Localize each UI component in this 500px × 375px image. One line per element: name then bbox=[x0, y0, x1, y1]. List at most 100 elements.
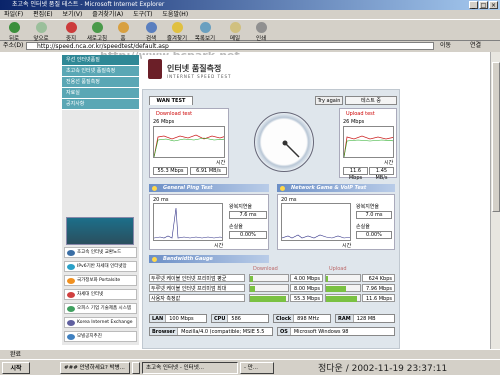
ping-rtt: 7.6 ms bbox=[229, 211, 267, 219]
status-bar: 완료 bbox=[0, 349, 500, 359]
scrollbar-thumb[interactable] bbox=[492, 62, 500, 212]
page-title: 인터넷 품질측정 bbox=[167, 64, 222, 73]
history-button[interactable]: 목록보기 bbox=[194, 22, 216, 42]
favorites-button[interactable]: 즐겨찾기 bbox=[166, 22, 188, 42]
bandwidth-upload-header: Upload bbox=[329, 266, 347, 272]
refresh-icon bbox=[91, 22, 103, 33]
spec-browser: Browser Mozilla/4.0 (compatible; MSIE 5.5 bbox=[149, 327, 273, 336]
spec-value: 898 MHz bbox=[297, 316, 319, 322]
taskbar-item[interactable] bbox=[132, 362, 140, 374]
upload-bar bbox=[326, 296, 357, 302]
nav-item[interactable]: 자료실 bbox=[62, 88, 139, 99]
upload-value: 11.6 Mbps bbox=[362, 294, 395, 302]
window-title: 초고속 인터넷 품질 테스트 - Microsoft Internet Expl… bbox=[12, 1, 165, 8]
banner-link[interactable]: 초고속 인터넷 교환노드 bbox=[64, 247, 137, 258]
download-value: 4.00 Mbps bbox=[290, 274, 323, 282]
bandwidth-table: Download Upload 두루넷 케이블 인터넷 프리미엄 평균 4.00… bbox=[149, 266, 395, 308]
upload-test-box: Upload test 26 Mbps 시간 11.6 Mbps 1.45 MB… bbox=[339, 108, 397, 181]
banner-link[interactable]: 차세대 인터넷 bbox=[64, 289, 137, 300]
address-label: 주소(D) bbox=[3, 42, 24, 49]
menu-edit[interactable]: 편집(E) bbox=[33, 11, 53, 18]
search-button[interactable]: 검색 bbox=[140, 22, 162, 42]
spec-label: Browser bbox=[150, 328, 179, 335]
test-status-field: 테스트 중 bbox=[345, 96, 397, 105]
banner-link[interactable]: IPv6기반 차세대 인터넷망 bbox=[64, 261, 137, 272]
download-axis-label: 시간 bbox=[216, 160, 226, 166]
forward-icon bbox=[35, 22, 47, 33]
banner-list: 초고속 인터넷 교환노드 IPv6기반 차세대 인터넷망 국가정보화 Porta… bbox=[64, 247, 137, 345]
start-button[interactable]: 시작 bbox=[2, 362, 30, 374]
ping-graph bbox=[153, 203, 223, 241]
minimize-button[interactable]: _ bbox=[469, 1, 478, 9]
banner-icon bbox=[67, 306, 75, 312]
ping-loss-label: 손실율 bbox=[229, 224, 243, 230]
ping-loss: 0.00% bbox=[229, 231, 267, 239]
refresh-button[interactable]: 새로고침 bbox=[86, 22, 108, 42]
download-test-box: Download test 26 Mbps 시간 55.3 Mbps 6.91 … bbox=[149, 108, 229, 178]
menu-view[interactable]: 보기(V) bbox=[63, 11, 83, 18]
banner-icon bbox=[67, 334, 75, 340]
links-button[interactable]: 연결 bbox=[470, 41, 481, 51]
download-label: Download test bbox=[156, 111, 193, 117]
stop-button[interactable]: 중지 bbox=[60, 22, 82, 42]
home-button[interactable]: 홈 bbox=[112, 22, 134, 42]
nav-item[interactable]: 전용선 품질측정 bbox=[62, 77, 139, 88]
menu-tools[interactable]: 도구(T) bbox=[133, 11, 152, 18]
nav-item[interactable]: 공지사항 bbox=[62, 99, 139, 110]
try-again-button[interactable]: Try again bbox=[315, 96, 343, 105]
close-button[interactable]: × bbox=[489, 1, 498, 9]
game-graph bbox=[281, 203, 351, 241]
banner-link[interactable]: Korea Internet Exchange bbox=[64, 317, 137, 328]
taskbar-item[interactable]: ### 안녕하세요? 박병... bbox=[60, 362, 130, 374]
spec-value: 100 Mbps bbox=[169, 316, 194, 322]
back-icon bbox=[8, 22, 20, 33]
star-icon bbox=[171, 22, 183, 33]
banner-link[interactable]: 국가정보화 Portalsite bbox=[64, 275, 137, 286]
download-bar bbox=[250, 286, 256, 292]
bullet-icon bbox=[152, 185, 157, 191]
download-bar bbox=[250, 276, 253, 282]
nav-item[interactable]: 초고속 인터넷 품질측정 bbox=[62, 66, 139, 77]
download-graph bbox=[153, 126, 225, 158]
banner-link[interactable]: 모빌공지추진 bbox=[64, 331, 137, 342]
spec-label: LAN bbox=[150, 315, 167, 322]
spec-label: OS bbox=[278, 328, 291, 335]
back-button[interactable]: 뒤로 bbox=[3, 22, 25, 42]
taskbar-item-active[interactable]: 초고속 인터넷 - 인터넷... bbox=[142, 362, 238, 374]
taskbar-clock: 정다운 / 2002-11-19 23:37:11 bbox=[318, 364, 448, 374]
maximize-button[interactable]: □ bbox=[479, 1, 488, 9]
spec-clock: Clock 898 MHz bbox=[273, 314, 331, 323]
nav-item[interactable]: 우선 인터넷품질 bbox=[62, 55, 139, 66]
mail-button[interactable]: 메일 bbox=[224, 22, 246, 42]
upload-label: Upload test bbox=[346, 111, 375, 117]
menu-help[interactable]: 도움말(H) bbox=[162, 11, 188, 18]
game-test-header: Network Game & VoIP Test bbox=[277, 184, 395, 192]
menu-file[interactable]: 파일(F) bbox=[4, 11, 23, 18]
printer-icon bbox=[255, 22, 267, 33]
spec-label: RAM bbox=[336, 315, 354, 322]
tab-wan-test[interactable]: WAN TEST bbox=[149, 96, 193, 105]
status-text: 완료 bbox=[10, 351, 22, 358]
game-rtt-label: 왕복지연율 bbox=[356, 204, 380, 210]
banner-icon bbox=[67, 250, 75, 256]
page-subtitle: INTERNET SPEED TEST bbox=[167, 74, 232, 79]
spec-value: Mozilla/4.0 (compatible; MSIE 5.5 bbox=[181, 329, 265, 335]
game-axis-label: 시간 bbox=[342, 243, 352, 249]
forward-button[interactable]: 앞으로 bbox=[30, 22, 52, 42]
print-button[interactable]: 인쇄 bbox=[250, 22, 272, 42]
menu-favorites[interactable]: 즐겨찾기(A) bbox=[92, 11, 123, 18]
taskbar-item[interactable]: - 만... bbox=[240, 362, 274, 374]
download-bar-track bbox=[249, 294, 289, 302]
go-button[interactable]: 이동 bbox=[440, 41, 451, 51]
game-loss: 0.00% bbox=[356, 231, 392, 239]
mail-icon bbox=[229, 22, 241, 33]
bandwidth-row-name: 두루넷 케이블 인터넷 프리미엄 평균 bbox=[149, 274, 245, 282]
upload-value: 624 Kbps bbox=[362, 274, 395, 282]
logo-icon bbox=[148, 59, 162, 79]
vertical-scrollbar[interactable] bbox=[490, 52, 500, 349]
banner-link[interactable]: 오피스 기업 기술제품 시스템 bbox=[64, 303, 137, 314]
title-bar: 초고속 인터넷 품질 테스트 - Microsoft Internet Expl… bbox=[0, 0, 500, 10]
download-value: 55.3 Mbps bbox=[290, 294, 323, 302]
address-input[interactable]: http://speed.nca.or.kr/speedtest/default… bbox=[26, 42, 434, 50]
address-bar: 주소(D) http://speed.nca.or.kr/speedtest/d… bbox=[0, 41, 500, 51]
